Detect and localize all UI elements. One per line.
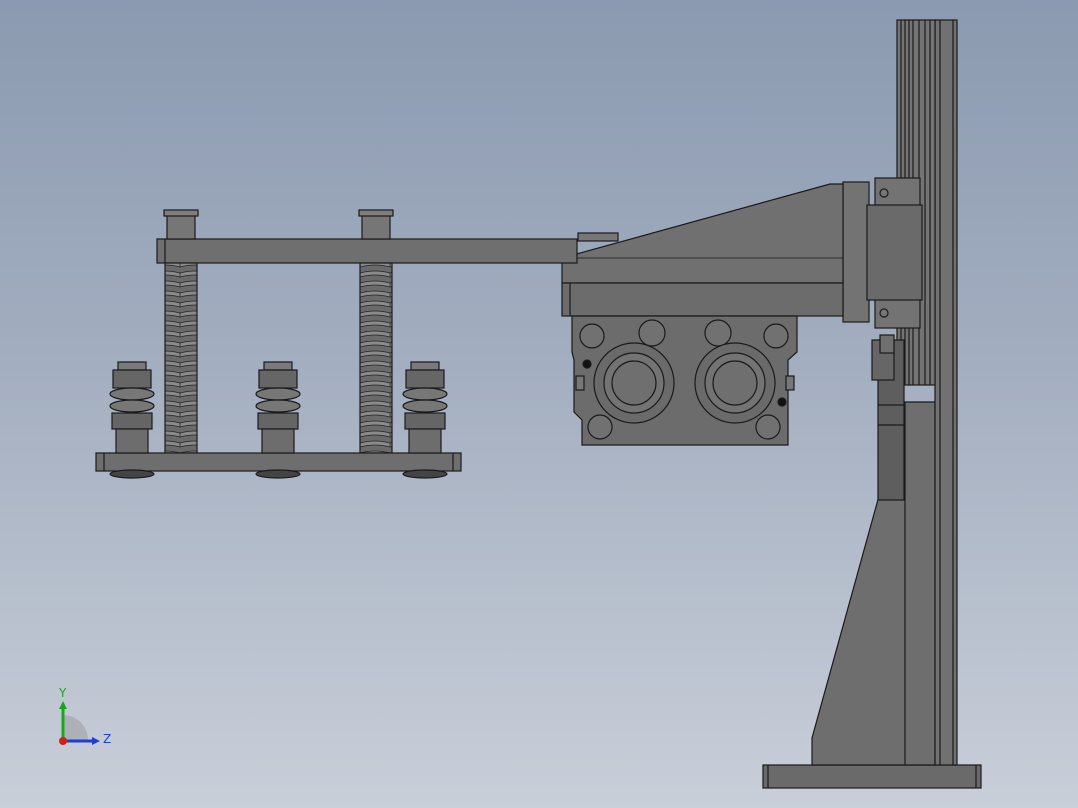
rail-carriage[interactable] bbox=[842, 177, 923, 329]
cad-model[interactable] bbox=[0, 0, 1078, 808]
cylinder-block[interactable] bbox=[571, 315, 798, 446]
suction-plate[interactable] bbox=[95, 452, 462, 472]
triad-plane bbox=[63, 715, 88, 740]
spring-right[interactable] bbox=[359, 262, 393, 454]
x-axis-dot bbox=[59, 737, 67, 745]
arm-wedge-bracket[interactable] bbox=[561, 183, 844, 317]
horizontal-arm[interactable] bbox=[156, 209, 578, 264]
z-axis-label: Z bbox=[103, 732, 111, 746]
coordinate-triad: Y Z bbox=[50, 685, 120, 755]
column-stand[interactable] bbox=[762, 19, 982, 789]
graphics-viewport[interactable]: Y Z bbox=[0, 0, 1078, 808]
spring-left[interactable] bbox=[164, 262, 198, 454]
y-axis-label: Y bbox=[58, 686, 67, 700]
